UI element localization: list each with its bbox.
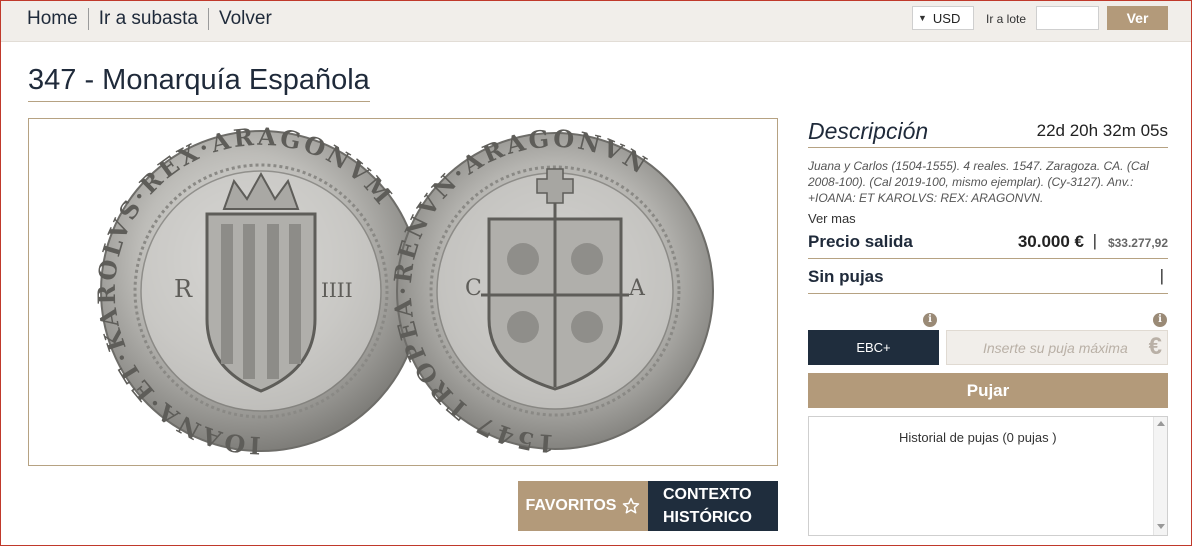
currency-value: USD (932, 10, 961, 26)
lot-image-frame[interactable]: IOANA·ET·KAROLVS·REX·ARAGONVM R IIII 154… (28, 118, 778, 466)
countdown-timer: 22d 20h 32m 05s (1036, 121, 1168, 140)
bid-history-box[interactable]: Historial de pujas (0 pujas ) (808, 416, 1168, 536)
scroll-up-icon[interactable] (1157, 421, 1165, 426)
sin-pujas-indicator: | (1159, 266, 1164, 285)
coin-image: IOANA·ET·KAROLVS·REX·ARAGONVM R IIII 154… (92, 122, 714, 460)
bid-history-text: Historial de pujas (0 pujas ) (899, 430, 1057, 445)
ir-lote-label: Ir a lote (986, 12, 1027, 26)
nav-volver-link[interactable]: Volver (207, 8, 282, 30)
nav-home-link[interactable]: Home (27, 8, 88, 30)
favoritos-button[interactable]: FAVORITOS (518, 481, 648, 531)
ir-lote-input[interactable] (1036, 6, 1099, 30)
bid-history-scrollbar[interactable] (1153, 417, 1167, 535)
precio-separator: | (1092, 231, 1097, 250)
contexto-line2: HISTÓRICO (663, 509, 752, 526)
coin-obverse: IOANA·ET·KAROLVS·REX·ARAGONVM R IIII (92, 122, 422, 460)
pujar-button[interactable]: Pujar (808, 373, 1168, 408)
top-bar: Home Ir a subasta Volver ▼ USD Ir a lote… (1, 1, 1191, 42)
description-text: Juana y Carlos (1504-1555). 4 reales. 15… (808, 159, 1149, 205)
grade-button[interactable]: EBC+ (808, 330, 939, 365)
page-title: 347 - Monarquía Española (28, 64, 370, 102)
precio-salida-usd: $33.277,92 (1107, 236, 1168, 250)
ver-button[interactable]: Ver (1107, 6, 1168, 30)
description-header: Descripción 22d 20h 32m 05s (808, 118, 1168, 148)
bid-info-icon[interactable]: i (1153, 313, 1167, 327)
coin-mark-a: A (628, 276, 646, 301)
euro-icon: € (1148, 333, 1162, 360)
precio-salida-row: Precio salida 30.000 € | $33.277,92 (808, 231, 1168, 259)
description-title: Descripción (808, 118, 929, 144)
dropdown-arrow-icon: ▼ (918, 13, 927, 23)
contexto-line1: CONTEXTO (663, 486, 752, 503)
precio-salida-label: Precio salida (808, 232, 913, 251)
coin-reverse: 1547 TROPEA·RENVN·ARAGONVN C A (388, 124, 714, 458)
bid-amount-input[interactable]: Inserte su puja máxima € (946, 330, 1168, 365)
star-icon (623, 497, 640, 514)
ver-mas-link[interactable]: Ver mas (808, 211, 856, 226)
currency-select[interactable]: ▼ USD (912, 6, 974, 30)
coin-mark-c: C (465, 276, 482, 301)
scroll-down-icon[interactable] (1157, 524, 1165, 529)
nav-ir-subasta-link[interactable]: Ir a subasta (87, 8, 208, 30)
bid-amount-placeholder: Inserte su puja máxima (983, 340, 1128, 356)
precio-salida-eur: 30.000 € (1017, 232, 1084, 251)
sin-pujas-label: Sin pujas (808, 267, 884, 286)
contexto-historico-button[interactable]: CONTEXTO HISTÓRICO (648, 481, 778, 531)
favoritos-label: FAVORITOS (525, 497, 617, 514)
top-nav: Home Ir a subasta Volver (27, 8, 282, 30)
sin-pujas-row: Sin pujas | (808, 264, 1168, 294)
grade-info-icon[interactable]: i (923, 313, 937, 327)
coin-mark-right: IIII (321, 278, 353, 302)
coin-mark-left: R (174, 275, 193, 303)
